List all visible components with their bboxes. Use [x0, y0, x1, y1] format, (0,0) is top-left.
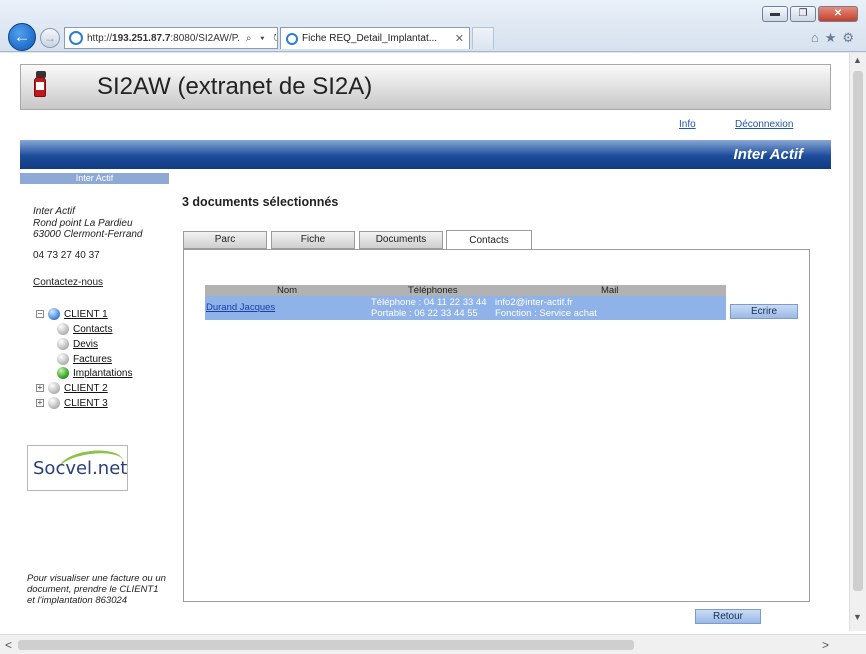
tree-label-implantations[interactable]: Implantations — [73, 368, 132, 379]
browser-chrome: ▬ ❐ ✕ ← → http:// 193.251.87.7 :8080/SI2… — [0, 0, 866, 52]
ie-icon — [69, 31, 83, 45]
address-line: Rond point La Pardieu — [33, 217, 133, 229]
tree-label-factures[interactable]: Factures — [73, 354, 112, 365]
settings-icon[interactable]: ⚙ — [842, 30, 854, 46]
company-phone: 04 73 27 40 37 — [33, 250, 100, 261]
node-icon — [57, 338, 69, 350]
contact-email: info2@inter-actif.fr — [495, 297, 573, 308]
tab-close-icon[interactable]: ✕ — [455, 32, 464, 45]
horizontal-scroll-thumb[interactable] — [18, 640, 634, 650]
new-tab-button[interactable] — [472, 27, 494, 49]
column-header-telephones: Téléphones — [408, 285, 458, 296]
info-link[interactable]: Info — [679, 119, 696, 130]
window-controls: ▬ ❐ ✕ — [762, 6, 858, 22]
node-icon — [57, 353, 69, 365]
client-status-icon — [48, 382, 60, 394]
scroll-down-icon[interactable]: ▼ — [853, 612, 862, 622]
tab-fiche[interactable]: Fiche — [271, 231, 355, 249]
tab-parc[interactable]: Parc — [183, 231, 267, 249]
minimize-button[interactable]: ▬ — [762, 6, 788, 22]
tree-label-client-2[interactable]: CLIENT 2 — [64, 383, 108, 394]
scroll-right-icon[interactable]: > — [822, 638, 829, 652]
tree-item-contacts[interactable]: Contacts — [57, 322, 112, 336]
grid-header: Nom Téléphones Mail — [205, 285, 726, 296]
restore-button[interactable]: ❐ — [790, 6, 816, 22]
page-heading: 3 documents sélectionnés — [182, 195, 339, 209]
address-bar[interactable]: http:// 193.251.87.7 :8080/SI2AW/P. ⌕ ▾ … — [64, 27, 278, 49]
socvel-logo[interactable]: Socvel.net — [27, 445, 128, 491]
tree-item-client-2[interactable]: + CLIENT 2 — [36, 381, 108, 395]
back-button-page[interactable]: Retour — [695, 609, 761, 624]
contact-function: Fonction : Service achat — [495, 308, 597, 319]
tree-label-devis[interactable]: Devis — [73, 339, 98, 350]
close-window-button[interactable]: ✕ — [818, 6, 858, 22]
address-host: 193.251.87.7 — [112, 32, 171, 44]
address-prefix: http:// — [87, 32, 113, 44]
table-row[interactable]: Durand Jacques Téléphone : 04 11 22 33 4… — [205, 296, 726, 320]
column-header-nom: Nom — [277, 285, 298, 296]
header-bar-title: Inter Actif — [733, 146, 803, 163]
tab-title: Fiche REQ_Detail_Implantat... — [302, 33, 438, 44]
tree-label-contacts[interactable]: Contacts — [73, 324, 112, 335]
node-icon — [57, 323, 69, 335]
back-button[interactable]: ← — [8, 23, 36, 51]
help-note: Pour visualiser une facture ou un docume… — [27, 573, 166, 606]
horizontal-scrollbar[interactable]: < > — [0, 634, 866, 654]
collapse-icon[interactable]: − — [36, 310, 44, 318]
contact-name-link[interactable]: Durand Jacques — [206, 302, 275, 313]
expand-icon[interactable]: + — [36, 399, 44, 407]
vertical-scrollbar[interactable]: ▲ ▼ — [849, 53, 866, 631]
tree-item-client-1[interactable]: − CLIENT 1 — [36, 307, 108, 321]
address-tools-icon[interactable]: ⌕ ▾ ↻ — [246, 33, 277, 44]
fire-extinguisher-icon — [31, 71, 49, 97]
tree-item-devis[interactable]: Devis — [57, 337, 98, 351]
address-line: 63000 Clermont-Ferrand — [33, 229, 143, 240]
tab-ie-icon — [286, 32, 298, 45]
contact-us-link[interactable]: Contactez-nous — [33, 277, 103, 288]
logo-text: Socvel.net — [33, 458, 128, 479]
tab-documents[interactable]: Documents — [359, 231, 443, 249]
sidebar-header: Inter Actif — [20, 173, 169, 184]
page-viewport: SI2AW (extranet de SI2A) Info Déconnexio… — [0, 53, 866, 654]
scroll-up-icon[interactable]: ▲ — [853, 55, 862, 65]
forward-button[interactable]: → — [40, 28, 60, 48]
column-header-mail: Mail — [601, 285, 619, 296]
company-address: Inter Actif Rond point La Pardieu 63000 … — [33, 206, 143, 241]
vertical-scroll-thumb[interactable] — [853, 71, 863, 591]
expand-icon[interactable]: + — [36, 384, 44, 392]
contact-phone: Téléphone : 04 11 22 33 44 — [371, 297, 487, 308]
tree-item-factures[interactable]: Factures — [57, 352, 112, 366]
scroll-left-icon[interactable]: < — [5, 638, 12, 652]
favorites-icon[interactable]: ★ — [825, 30, 837, 46]
header-bar: Inter Actif — [20, 140, 831, 169]
client-status-icon — [48, 308, 60, 320]
tree-label-client-3[interactable]: CLIENT 3 — [64, 398, 108, 409]
logout-link[interactable]: Déconnexion — [735, 119, 793, 130]
client-status-icon — [48, 397, 60, 409]
write-button[interactable]: Ecrire — [730, 304, 798, 319]
tree-item-client-3[interactable]: + CLIENT 3 — [36, 396, 108, 410]
tab-contacts[interactable]: Contacts — [446, 230, 532, 250]
header-banner: SI2AW (extranet de SI2A) — [20, 64, 831, 110]
contact-mobile: Portable : 06 22 33 44 55 — [371, 308, 478, 319]
browser-tab[interactable]: Fiche REQ_Detail_Implantat... ✕ — [280, 27, 470, 49]
site-title: SI2AW (extranet de SI2A) — [97, 73, 373, 100]
tree-item-implantations[interactable]: Implantations — [57, 366, 132, 380]
address-rest: :8080/SI2AW/P. — [170, 32, 240, 44]
browser-toolbar-icons: ⌂ ★ ⚙ — [811, 30, 854, 46]
address-line: Inter Actif — [33, 206, 75, 217]
tree-label-client-1[interactable]: CLIENT 1 — [64, 309, 108, 320]
home-icon[interactable]: ⌂ — [811, 30, 819, 46]
selected-node-icon — [57, 367, 69, 379]
